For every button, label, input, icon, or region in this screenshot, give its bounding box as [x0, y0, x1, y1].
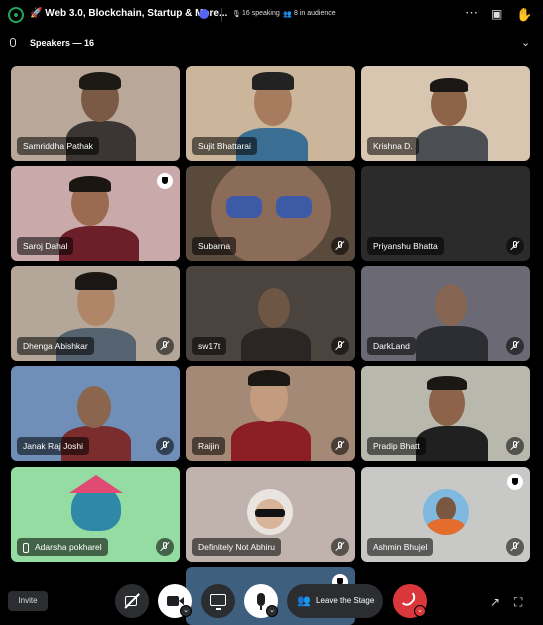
- speaker-name: sw17t: [192, 337, 227, 355]
- speaker-tile[interactable]: Priyanshu Bhatta: [361, 166, 530, 261]
- video-off-button[interactable]: [115, 584, 149, 618]
- screen-share-button[interactable]: [201, 584, 235, 618]
- speaker-tile[interactable]: Subarna: [186, 166, 355, 261]
- speaker-name: Raijin: [192, 437, 226, 455]
- speaker-tile[interactable]: Ashmin Bhujel: [361, 467, 530, 562]
- camera-icon: [167, 596, 179, 606]
- muted-mic-icon: [156, 337, 174, 355]
- mobile-phone-icon: [23, 542, 29, 553]
- speaker-tile[interactable]: DarkLand: [361, 266, 530, 361]
- muted-mic-icon: [331, 337, 349, 355]
- verified-icon: [199, 9, 209, 19]
- speaker-tile[interactable]: Samriddha Pathak: [11, 66, 180, 161]
- speaker-tile[interactable]: Adarsha pokharel: [11, 467, 180, 562]
- audience-count: 8 in audience: [294, 10, 336, 17]
- audience-icon: 👥: [283, 11, 292, 18]
- speaker-name: Samriddha Pathak: [17, 137, 99, 155]
- more-options-icon[interactable]: ⋯: [465, 5, 478, 21]
- muted-mic-icon: [331, 437, 349, 455]
- speaker-name: Dhenga Abishkar: [17, 337, 94, 355]
- speaker-tile[interactable]: Raijin: [186, 366, 355, 461]
- speaker-name: Sujit Bhattarai: [192, 137, 257, 155]
- camera-options-chevron[interactable]: ⌄: [180, 605, 192, 617]
- stage-title: 🚀 Web 3.0, Blockchain, Startup & More...: [30, 8, 228, 19]
- invite-button[interactable]: Invite: [8, 591, 48, 611]
- speaker-name: Krishna D.: [367, 137, 419, 155]
- speaking-count-icon: 🎙: [232, 11, 241, 18]
- popout-window-icon[interactable]: ↗: [490, 595, 500, 609]
- popout-icon[interactable]: ▣: [491, 7, 502, 21]
- speaker-tile[interactable]: Krishna D.: [361, 66, 530, 161]
- fullscreen-icon[interactable]: ⛶: [514, 595, 522, 610]
- stage-header: 🚀 Web 3.0, Blockchain, Startup & More...…: [0, 0, 543, 30]
- leave-stage-button[interactable]: 👥 Leave the Stage: [287, 584, 383, 618]
- muted-mic-icon: [506, 237, 524, 255]
- party-hat-icon: [69, 475, 123, 493]
- chevron-down-icon[interactable]: ⌄: [521, 36, 530, 49]
- stage-channel-icon: [8, 7, 24, 23]
- screen-share-icon: [210, 594, 226, 606]
- speaker-tile[interactable]: Saroj Dahal: [11, 166, 180, 261]
- avatar: [423, 489, 469, 535]
- muted-mic-icon: [331, 237, 349, 255]
- speaker-tile[interactable]: sw17t: [186, 266, 355, 361]
- speaker-name: Adarsha pokharel: [17, 538, 108, 556]
- speaker-name: Subarna: [192, 237, 237, 255]
- speaker-name: Pradip Bhatt: [367, 437, 426, 455]
- muted-mic-icon: [506, 437, 524, 455]
- moderator-shield-icon: [507, 474, 523, 490]
- muted-mic-icon: [331, 538, 349, 556]
- muted-mic-icon: [156, 437, 174, 455]
- speaker-name: Saroj Dahal: [17, 237, 74, 255]
- divider: [221, 8, 222, 22]
- microphone-icon: [257, 593, 265, 606]
- avatar: [247, 489, 293, 535]
- speaker-tile[interactable]: Definitely Not Abhiru: [186, 467, 355, 562]
- muted-mic-icon: [506, 538, 524, 556]
- speaker-name-text: Adarsha pokharel: [35, 542, 102, 552]
- disconnect-options-chevron[interactable]: ⌄: [414, 605, 426, 617]
- speaker-tile[interactable]: Sujit Bhattarai: [186, 66, 355, 161]
- speaker-name: Janak Raj Joshi: [17, 437, 90, 455]
- speaker-tile[interactable]: Janak Raj Joshi: [11, 366, 180, 461]
- muted-mic-icon: [156, 538, 174, 556]
- leave-stage-icon: 👥: [297, 595, 311, 607]
- muted-mic-icon: [506, 337, 524, 355]
- raise-hand-icon[interactable]: ✋: [516, 7, 532, 23]
- speaker-name: Priyanshu Bhatta: [367, 237, 444, 255]
- speaking-count: 16 speaking: [242, 10, 280, 17]
- microphone-options-chevron[interactable]: ⌄: [266, 605, 278, 617]
- speakers-section-label: Speakers — 16: [30, 38, 95, 48]
- moderator-shield-icon: [157, 173, 173, 189]
- speaker-tile[interactable]: Pradip Bhatt: [361, 366, 530, 461]
- leave-stage-label: Leave the Stage: [316, 596, 375, 605]
- speaker-tile[interactable]: Dhenga Abishkar: [11, 266, 180, 361]
- speaker-name: Definitely Not Abhiru: [192, 538, 282, 556]
- speaker-name: DarkLand: [367, 337, 416, 355]
- speaker-name: Ashmin Bhujel: [367, 538, 434, 556]
- microphone-icon: [10, 38, 16, 47]
